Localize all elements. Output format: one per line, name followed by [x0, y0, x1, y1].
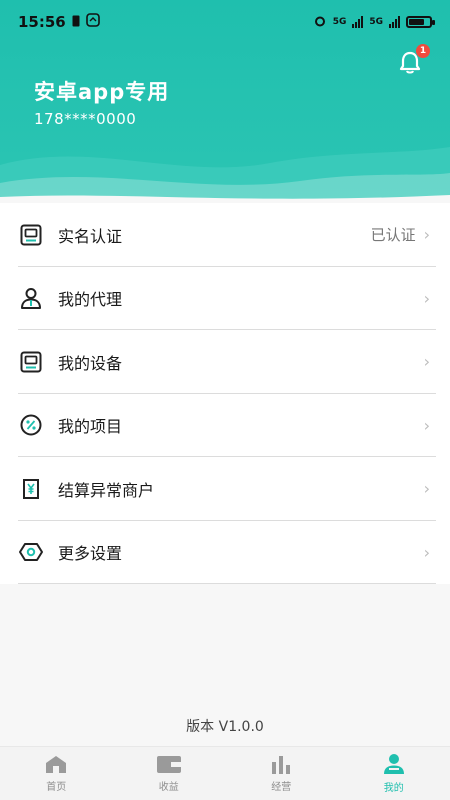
tab-label: 收益 — [158, 782, 179, 793]
tab-operations[interactable]: 经营 — [225, 747, 338, 800]
user-phone: 178****0000 — [34, 110, 137, 128]
app-notification-icon — [85, 13, 100, 31]
menu-item-my-devices[interactable]: 我的设备 › — [0, 330, 450, 394]
network-type-1: 5G — [332, 17, 347, 27]
app-version: 版本 V1.0.0 — [186, 719, 264, 735]
menu-item-label: 我的设备 — [58, 353, 123, 373]
yuan-icon — [18, 476, 44, 502]
header-wave-decoration — [0, 147, 450, 205]
network-type-2: 5G — [369, 17, 383, 27]
user-icon — [383, 754, 404, 774]
home-icon — [46, 756, 67, 773]
chevron-right-icon: › — [423, 288, 430, 308]
bar-chart-icon — [272, 756, 291, 774]
percent-icon — [18, 412, 44, 438]
wallet-icon — [156, 756, 181, 773]
chevron-right-icon: › — [423, 479, 430, 499]
menu-item-label: 我的项目 — [58, 417, 123, 437]
menu-item-label: 更多设置 — [58, 544, 123, 564]
status-bar: 15:56 5G 5G — [0, 0, 450, 44]
sim-icon — [72, 13, 80, 31]
tab-label: 我的 — [383, 783, 404, 794]
tab-label: 经营 — [271, 782, 292, 793]
menu-item-label: 实名认证 — [58, 226, 123, 246]
verification-status: 已认证 — [370, 226, 416, 245]
id-card-icon — [18, 222, 44, 248]
profile-header: 15:56 5G 5G 1 安卓app专用 178****0000 — [0, 0, 450, 205]
notification-button[interactable]: 1 — [394, 44, 430, 78]
menu-item-my-agents[interactable]: 我的代理 › — [0, 267, 450, 331]
tab-mine[interactable]: 我的 — [338, 747, 450, 800]
menu-item-my-projects[interactable]: 我的项目 › — [0, 394, 450, 458]
signal-icon — [352, 16, 364, 28]
notification-badge: 1 — [416, 44, 430, 58]
user-name: 安卓app专用 — [34, 80, 170, 104]
menu-item-real-name-verification[interactable]: 实名认证 已认证 › — [0, 203, 450, 267]
tab-label: 首页 — [46, 782, 67, 793]
chevron-right-icon: › — [423, 225, 430, 245]
device-icon — [18, 349, 44, 375]
signal-icon-2 — [389, 16, 400, 28]
profile-menu: 实名认证 已认证 › 我的代理 › 我的设备 › 我的项目 › 结算异常商户 › — [0, 203, 450, 584]
chevron-right-icon: › — [423, 415, 430, 435]
battery-icon — [406, 16, 435, 28]
chevron-right-icon: › — [423, 352, 430, 372]
status-time: 15:56 — [18, 13, 66, 31]
bottom-tab-bar: 首页 收益 经营 我的 — [0, 746, 450, 800]
tab-home[interactable]: 首页 — [0, 747, 113, 800]
menu-item-abnormal-settlement-merchants[interactable]: 结算异常商户 › — [0, 457, 450, 521]
tab-earnings[interactable]: 收益 — [113, 747, 226, 800]
settings-icon — [18, 539, 44, 565]
chevron-right-icon: › — [423, 542, 430, 562]
menu-item-label: 结算异常商户 — [58, 480, 155, 500]
menu-item-label: 我的代理 — [58, 290, 123, 310]
alarm-icon — [313, 14, 327, 31]
agent-icon — [18, 285, 44, 311]
menu-item-more-settings[interactable]: 更多设置 › — [0, 521, 450, 585]
